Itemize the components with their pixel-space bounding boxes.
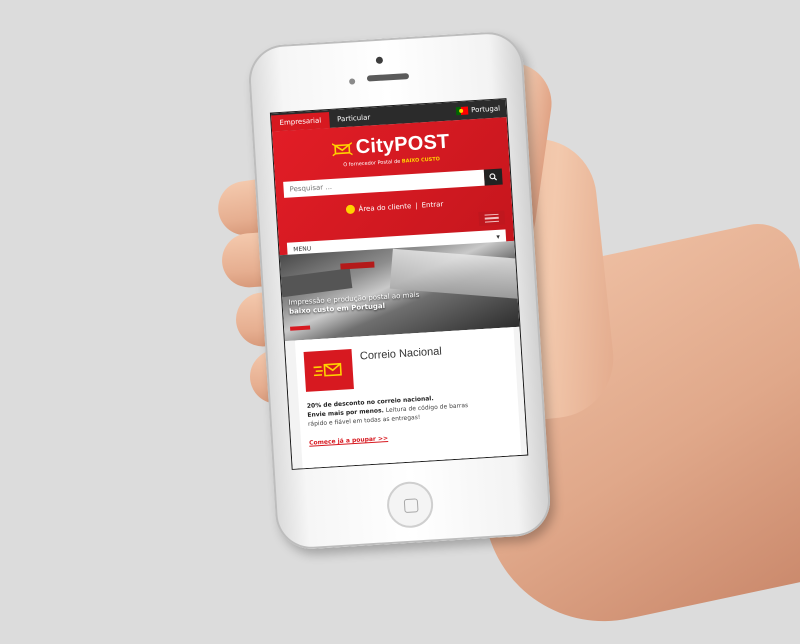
country-label: Portugal bbox=[470, 104, 501, 115]
services-section: Correio Nacional 20% de desconto no corr… bbox=[284, 326, 528, 469]
country-selector[interactable]: Portugal bbox=[455, 103, 501, 118]
search-bar bbox=[283, 168, 503, 198]
card-description: 20% de desconto no correio nacional. Env… bbox=[307, 392, 473, 429]
search-button[interactable] bbox=[483, 168, 503, 186]
card-title: Correio Nacional bbox=[359, 345, 443, 363]
brand-name: CityPOST bbox=[355, 130, 451, 159]
separator: | bbox=[414, 201, 418, 210]
search-input[interactable] bbox=[283, 169, 485, 198]
portugal-flag-icon bbox=[455, 106, 469, 116]
menu-label: MENU bbox=[293, 244, 312, 253]
envelope-logo-icon bbox=[331, 141, 353, 156]
start-saving-link[interactable]: Comece já a poupar >> bbox=[309, 435, 388, 447]
service-card: Correio Nacional 20% de desconto no corr… bbox=[294, 327, 522, 469]
site-header: CityPOST O fornecedor Postal de BAIXO CU… bbox=[272, 117, 515, 257]
login-link[interactable]: Entrar bbox=[421, 200, 443, 209]
home-square-icon bbox=[403, 498, 419, 514]
hero-more-button[interactable] bbox=[290, 325, 311, 331]
machine-part-image bbox=[279, 268, 353, 299]
tagline-text: O fornecedor Postal de bbox=[343, 158, 401, 169]
correio-icon-box bbox=[303, 349, 354, 392]
client-area-link[interactable]: Área do cliente bbox=[358, 202, 411, 213]
phone-screen: Empresarial Particular Portugal CityPOST… bbox=[270, 99, 528, 469]
smartphone: Empresarial Particular Portugal CityPOST… bbox=[246, 30, 553, 551]
hamburger-menu-button[interactable] bbox=[478, 210, 506, 227]
envelope-speed-icon bbox=[313, 362, 342, 377]
hero-banner[interactable]: Impressão e produção postal ao mais baix… bbox=[279, 240, 520, 342]
machine-part-image bbox=[340, 261, 375, 270]
search-icon bbox=[489, 173, 498, 181]
tagline-highlight: BAIXO CUSTO bbox=[401, 156, 441, 165]
user-icon bbox=[345, 204, 355, 215]
chevron-down-icon: ▾ bbox=[496, 232, 501, 241]
